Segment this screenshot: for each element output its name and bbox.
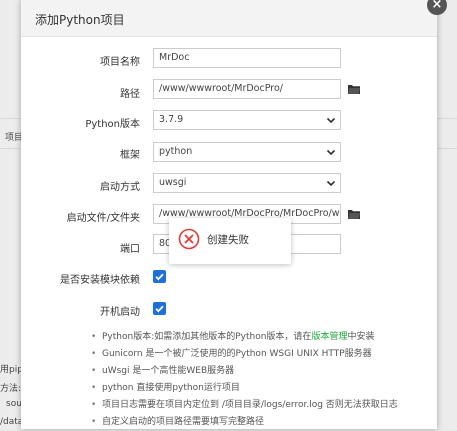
error-toast: 创建失败	[169, 218, 291, 264]
tip-item: python 直接使用python运行项目	[90, 380, 398, 397]
folder-icon[interactable]	[348, 209, 360, 219]
tip-item: Python版本:如需添加其他版本的Python版本，请在版本管理中安装	[90, 329, 398, 346]
tip-text: 自定义启动的项目路径需要填写完整路径	[102, 417, 265, 427]
background-text: 用pip	[0, 365, 23, 375]
python-version-value: 3.7.9	[159, 114, 184, 125]
install-modules-checkbox[interactable]	[153, 270, 166, 283]
project-name-input[interactable]: MrDoc	[153, 48, 341, 68]
tips-list: Python版本:如需添加其他版本的Python版本，请在版本管理中安装 Gun…	[90, 329, 398, 431]
framework-value: python	[159, 146, 193, 157]
tip-text: python 直接使用python运行项目	[102, 383, 240, 393]
install-modules-label: 是否安装模块依赖	[60, 275, 140, 286]
python-version-select[interactable]: 3.7.9	[153, 110, 341, 130]
autostart-label: 开机启动	[100, 307, 140, 318]
python-version-label: Python版本	[85, 119, 140, 130]
path-label: 路径	[120, 89, 140, 100]
autostart-checkbox[interactable]	[153, 302, 166, 315]
start-method-value: uwsgi	[159, 177, 187, 188]
tip-item: 自定义启动的项目路径需要填写完整路径	[90, 414, 398, 431]
tip-item: uWsgi 是一个高性能WEB服务器	[90, 363, 398, 380]
version-manager-link[interactable]: 版本管理	[311, 332, 347, 342]
start-method-label: 启动方式	[100, 182, 140, 193]
tip-item: 项目日志需要在项目内定位到 /项目目录/logs/error.log 否则无法获…	[90, 397, 398, 414]
checkmark-icon	[155, 273, 164, 281]
tip-text: 项目日志需要在项目内定位到 /项目目录/logs/error.log 否则无法获…	[102, 400, 398, 410]
tip-text: Python版本:如需添加其他版本的Python版本，请在	[102, 332, 312, 342]
start-method-select[interactable]: uwsgi	[153, 173, 341, 193]
project-name-label: 项目名称	[100, 57, 140, 68]
error-circle-icon	[178, 228, 200, 250]
toast-message: 创建失败	[207, 234, 249, 246]
chevron-down-icon	[326, 149, 336, 156]
background-text: /data	[0, 417, 24, 427]
tip-text: Gunicorn 是一个被广泛使用的的Python WSGI UNIX HTTP…	[102, 349, 372, 359]
tip-item: Gunicorn 是一个被广泛使用的的Python WSGI UNIX HTTP…	[90, 346, 398, 363]
path-input[interactable]: /www/wwwroot/MrDocPro/	[153, 79, 341, 99]
framework-label: 框架	[120, 150, 140, 161]
dialog-header: 添加Python项目	[21, 0, 437, 37]
port-label: 端口	[120, 244, 140, 255]
folder-icon[interactable]	[348, 84, 360, 94]
framework-select[interactable]: python	[153, 142, 341, 162]
tip-text: 中安装	[347, 332, 375, 342]
background-text: 方法:	[0, 384, 22, 394]
chevron-down-icon	[326, 180, 336, 187]
dialog-title: 添加Python项目	[35, 13, 125, 27]
checkmark-icon	[155, 305, 164, 313]
background-text: sou	[6, 399, 22, 409]
tip-text: uWsgi 是一个高性能WEB服务器	[102, 366, 235, 376]
chevron-down-icon	[326, 117, 336, 124]
start-file-label: 启动文件/文件夹	[66, 213, 140, 224]
